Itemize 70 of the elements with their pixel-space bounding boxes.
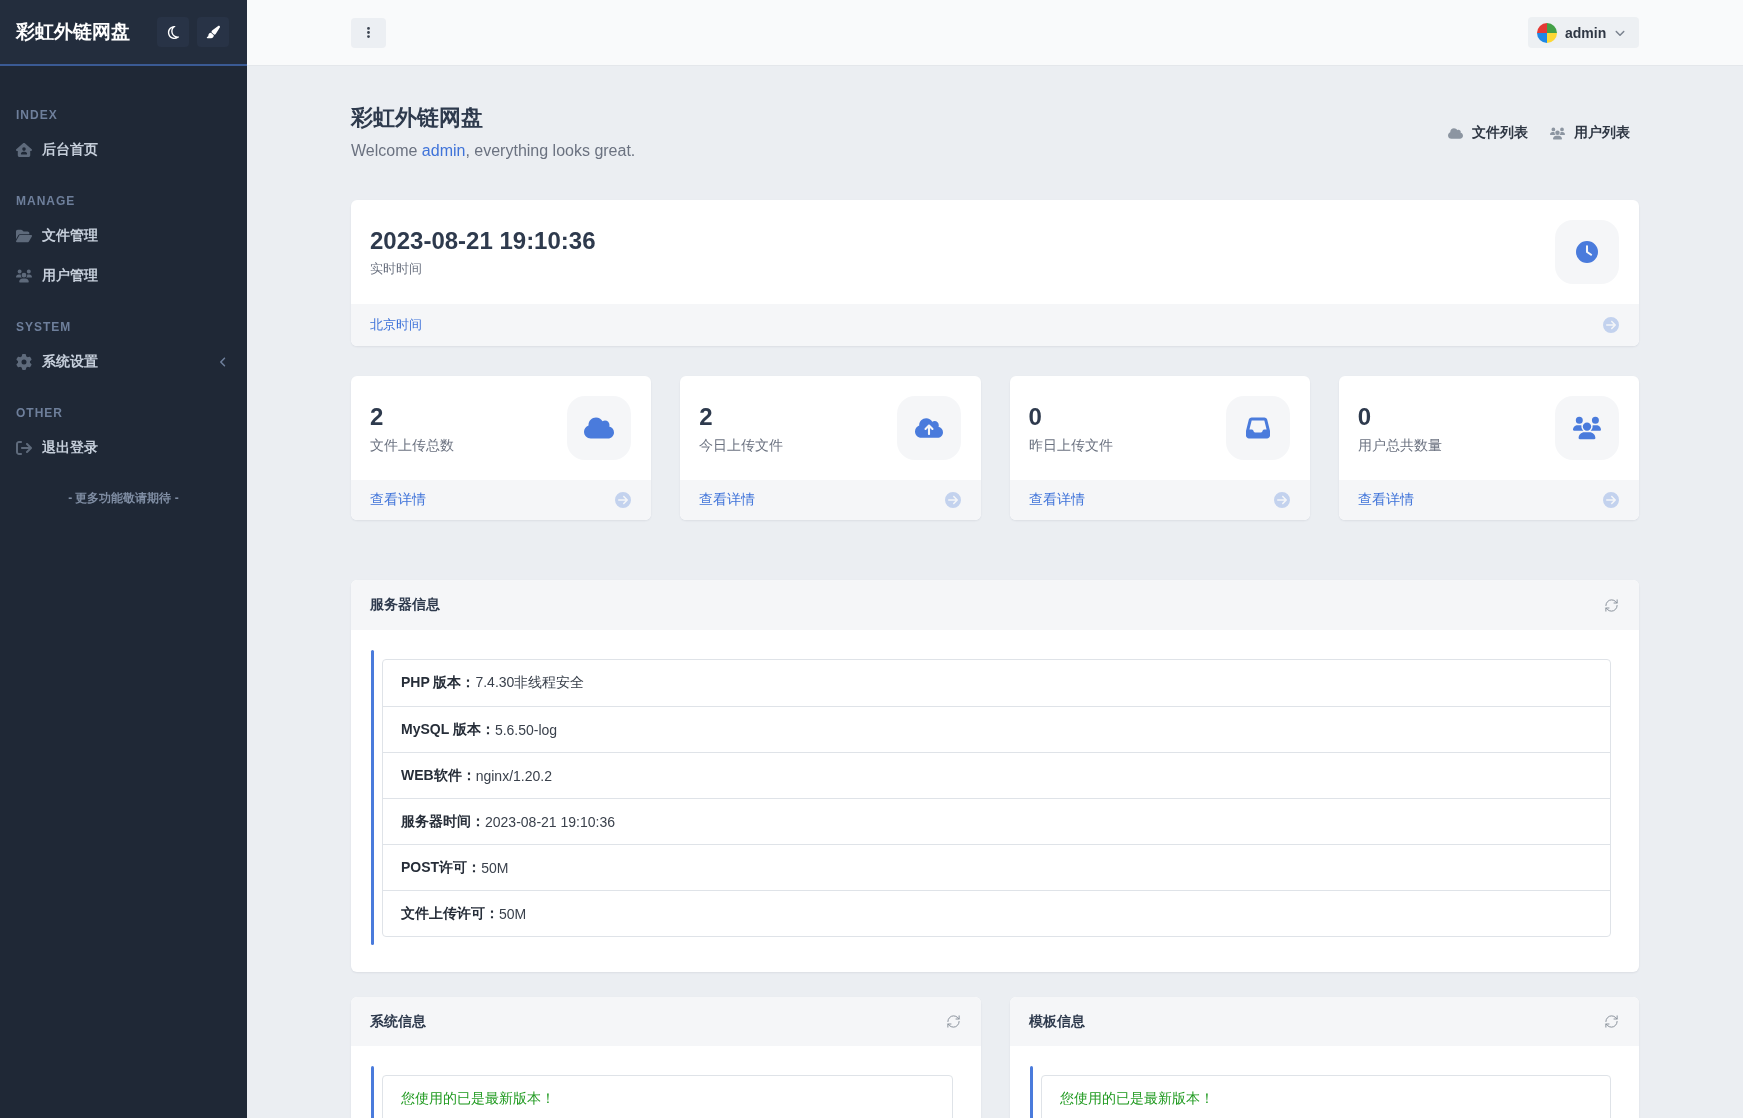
nav-item[interactable]: 文件管理 xyxy=(16,216,231,256)
info-label: MySQL 版本： xyxy=(401,720,495,739)
page-title: 彩虹外链网盘 xyxy=(351,104,483,132)
brush-icon xyxy=(206,25,220,39)
moon-icon xyxy=(165,24,181,40)
user-menu-button[interactable]: admin xyxy=(1528,17,1639,48)
info-label: 文件上传许可： xyxy=(401,904,499,923)
header-link[interactable]: 文件列表 xyxy=(1439,118,1537,148)
info-label: PHP 版本： xyxy=(401,674,476,692)
nav-section-heading: SYSTEM xyxy=(16,319,72,336)
refresh-icon[interactable] xyxy=(1604,1014,1619,1029)
brand-title: 彩虹外链网盘 xyxy=(16,20,131,44)
panel-title: 系统信息 xyxy=(370,1012,426,1031)
time-caption: 实时时间 xyxy=(370,259,422,278)
timezone-link[interactable]: 北京时间 xyxy=(370,316,422,334)
stat-label: 昨日上传文件 xyxy=(1028,435,1113,455)
nav-item[interactable]: 后台首页 xyxy=(16,130,231,170)
nav-item[interactable]: 退出登录 xyxy=(16,428,231,468)
folder-icon xyxy=(16,228,32,244)
panel-title: 服务器信息 xyxy=(370,596,440,614)
stat-label: 今日上传文件 xyxy=(699,435,784,455)
status-message: 您使用的已是最新版本！ xyxy=(1059,1090,1214,1108)
stat-value: 2 xyxy=(699,401,713,432)
details-link[interactable]: 查看详情 xyxy=(370,491,426,509)
customize-button[interactable] xyxy=(197,17,229,47)
info-value: 2023-08-21 19:10:36 xyxy=(485,813,615,830)
inbox-icon xyxy=(1225,396,1290,460)
panel-title: 模板信息 xyxy=(1028,1012,1085,1031)
info-value: 50M xyxy=(499,905,527,922)
header-link[interactable]: 用户列表 xyxy=(1541,118,1639,148)
cloud-icon xyxy=(567,396,632,460)
nav-section-heading: INDEX xyxy=(16,107,58,124)
current-time: 2023-08-21 19:10:36 xyxy=(370,225,596,256)
clock-icon xyxy=(1555,220,1619,284)
stat-value: 0 xyxy=(1028,401,1042,432)
home-icon xyxy=(16,142,32,158)
footer-note: - 更多功能敬请期待 - xyxy=(68,490,179,507)
info-label: POST许可： xyxy=(401,858,482,877)
info-value: nginx/1.20.2 xyxy=(475,767,552,784)
theme-toggle-button[interactable] xyxy=(157,17,189,47)
users-icon xyxy=(1555,396,1619,460)
username-link[interactable]: admin xyxy=(421,142,466,159)
info-label: WEB软件： xyxy=(401,766,476,785)
stat-label: 用户总共数量 xyxy=(1357,435,1442,455)
avatar-icon xyxy=(1537,22,1557,43)
info-value: 50M xyxy=(481,859,509,876)
details-link[interactable]: 查看详情 xyxy=(699,491,756,509)
stat-label: 文件上传总数 xyxy=(370,435,454,455)
more-button[interactable] xyxy=(351,17,386,48)
info-label: 服务器时间： xyxy=(401,812,485,831)
users-icon xyxy=(16,268,32,284)
info-value: 7.4.30非线程安全 xyxy=(475,674,585,692)
info-value: 5.6.50-log xyxy=(494,721,558,738)
nav-item[interactable]: 用户管理 xyxy=(16,256,231,296)
refresh-icon[interactable] xyxy=(1604,597,1619,613)
refresh-icon[interactable] xyxy=(945,1014,961,1029)
details-link[interactable]: 查看详情 xyxy=(1028,491,1085,509)
settings-icon xyxy=(16,354,32,370)
status-message: 您使用的已是最新版本！ xyxy=(401,1090,555,1108)
stat-value: 2 xyxy=(370,401,384,432)
cloud-icon xyxy=(1448,125,1463,141)
stat-value: 0 xyxy=(1357,401,1372,432)
nav-section-heading: OTHER xyxy=(16,405,63,422)
users-icon xyxy=(1550,125,1565,141)
cloud-upload-icon xyxy=(896,396,961,460)
exit-icon xyxy=(16,440,32,456)
welcome-text: Welcome admin, everything looks great. xyxy=(351,141,636,161)
nav-item[interactable]: 系统设置 xyxy=(16,342,231,382)
details-link[interactable]: 查看详情 xyxy=(1357,491,1414,509)
nav-section-heading: MANAGE xyxy=(16,193,76,210)
